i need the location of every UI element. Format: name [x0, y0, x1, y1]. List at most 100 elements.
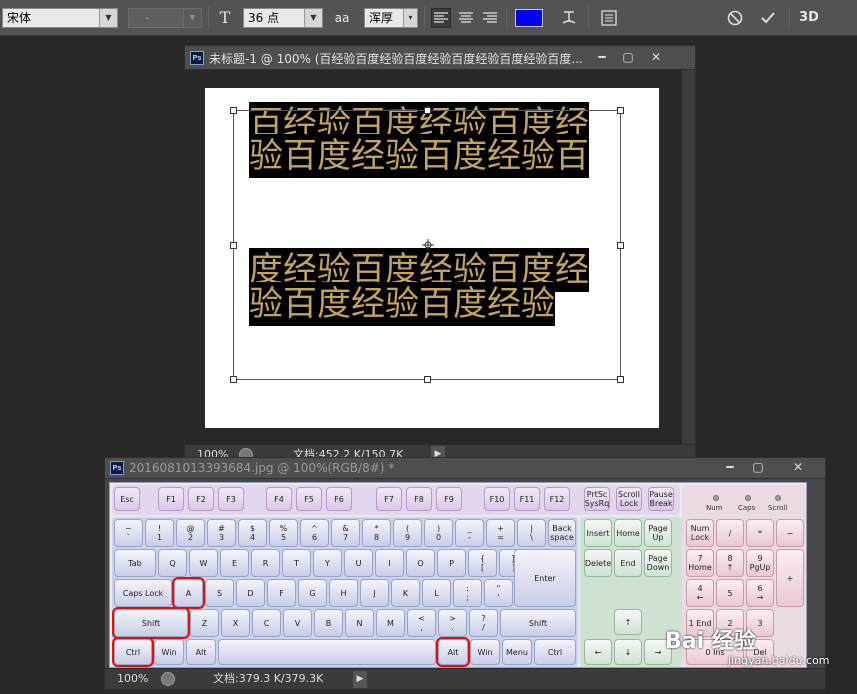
text-color-swatch[interactable]	[515, 9, 543, 27]
align-left-icon	[434, 12, 448, 23]
keyboard-key: :;	[453, 579, 482, 607]
keyboard-key: 7 Home	[686, 549, 714, 577]
align-left-button[interactable]	[431, 8, 451, 28]
vertical-scrollbar[interactable]	[681, 70, 695, 444]
font-style-select[interactable]: - ▼	[128, 8, 202, 28]
keyboard-key: W	[189, 549, 218, 577]
indicator-label: Num	[706, 504, 723, 512]
font-size-value: 36 点	[248, 11, 280, 25]
transform-handle[interactable]	[617, 242, 624, 249]
zoom-icon[interactable]	[161, 672, 175, 686]
keyboard-key: X	[221, 609, 250, 637]
character-panel-button[interactable]	[598, 8, 620, 28]
keyboard-key: " '	[484, 579, 513, 607]
keyboard-key: Menu	[502, 639, 532, 665]
chevron-down-icon: ▼	[99, 9, 117, 27]
keyboard-key: Alt	[436, 637, 470, 667]
keyboard-key: ↓	[614, 639, 642, 665]
window-titlebar[interactable]: Ps 未标题-1 @ 100% (百经验百度经验百度经验百度经验百度经验百度..…	[185, 46, 695, 70]
document-canvas[interactable]: 百经验百度经验百度经 验百度经验百度经验百 度经验百度经验百度经 验百度经验百度…	[205, 88, 659, 428]
minimize-button[interactable]: ━	[719, 459, 741, 475]
minimize-button[interactable]: ━	[591, 49, 613, 65]
transform-handle[interactable]	[230, 242, 237, 249]
keyboard-key: F10	[484, 487, 510, 511]
watermark-url: jingyan.baidu.com	[728, 654, 830, 667]
keyboard-key: * 8	[362, 519, 391, 547]
watermark-brand: Bai 经验	[665, 629, 756, 654]
keyboard-key: *	[746, 519, 774, 547]
anti-alias-select[interactable]: 浑厚 ▾	[364, 8, 418, 28]
transform-handle[interactable]	[230, 376, 237, 383]
status-menu-arrow[interactable]: ▶	[353, 671, 367, 688]
indicator-led	[713, 495, 719, 501]
keyboard-key: End	[614, 549, 642, 577]
keyboard-key: 8 ↑	[716, 549, 744, 577]
transform-handle[interactable]	[230, 107, 237, 114]
keyboard-key: A	[172, 577, 205, 609]
keyboard-key: F7	[376, 487, 402, 511]
keyboard-key: Alt	[186, 639, 216, 665]
keyboard-key: F12	[544, 487, 570, 511]
keyboard-key: Win	[470, 639, 500, 665]
zoom-level[interactable]: 100%	[117, 669, 148, 688]
document-title: 未标题-1 @ 100% (百经验百度经验百度经验百度经验百度经验百度...	[209, 52, 583, 66]
transform-handle[interactable]	[617, 107, 624, 114]
transform-handle[interactable]	[424, 107, 431, 114]
indicator-label: Caps	[738, 504, 756, 512]
keyboard-key: Q	[158, 549, 187, 577]
warp-text-button[interactable]	[558, 8, 580, 28]
close-button[interactable]: ✕	[645, 49, 667, 65]
3d-button[interactable]: 3D	[797, 8, 821, 28]
keyboard-key: Caps Lock	[114, 579, 172, 607]
transform-handle[interactable]	[424, 376, 431, 383]
divider	[789, 6, 790, 30]
keyboard-key: ~ `	[114, 519, 143, 547]
maximize-button[interactable]: ▢	[747, 459, 769, 475]
commit-button[interactable]	[757, 8, 779, 28]
keyboard-key: H	[329, 579, 358, 607]
canvas-area[interactable]: 百经验百度经验百度经 验百度经验百度经验百 度经验百度经验百度经 验百度经验百度…	[185, 70, 681, 444]
keyboard-key: Page Down	[644, 549, 672, 577]
keyboard-key: | \	[517, 519, 546, 547]
keyboard-key: 9 PgUp	[746, 549, 774, 577]
document-window: Ps 未标题-1 @ 100% (百经验百度经验百度经验百度经验百度经验百度..…	[184, 45, 696, 465]
font-size-select[interactable]: 36 点 ▼	[243, 8, 323, 28]
keyboard-key: +	[776, 549, 804, 607]
keyboard-key: Delete	[584, 549, 612, 577]
keyboard-key: J	[360, 579, 389, 607]
keyboard-key: 5	[716, 579, 744, 607]
keyboard-key: ↑	[614, 609, 642, 635]
keyboard-key: 6 →	[746, 579, 774, 607]
align-right-button[interactable]	[480, 8, 500, 28]
keyboard-key: Home	[614, 519, 642, 547]
keyboard-key: Tab	[114, 549, 156, 577]
keyboard-key: Shift	[112, 607, 190, 639]
keyboard-key: F2	[188, 487, 214, 511]
indicator-led	[745, 495, 751, 501]
chevron-down-icon: ▼	[183, 9, 201, 27]
align-center-button[interactable]	[456, 8, 476, 28]
maximize-button[interactable]: ▢	[617, 49, 639, 65]
keyboard-key: F8	[406, 487, 432, 511]
keyboard-key: Win	[154, 639, 184, 665]
keyboard-key: /	[716, 519, 744, 547]
keyboard-key: P	[437, 549, 466, 577]
keyboard-key: Num Lock	[686, 519, 714, 547]
keyboard-key: Y	[313, 549, 342, 577]
font-style-value: -	[145, 11, 150, 25]
cancel-button[interactable]	[724, 8, 746, 28]
options-bar: 宋体 ▼ - ▼ T 36 点 ▼ aa 浑厚 ▾ 3D	[0, 0, 857, 36]
keyboard-key: Shift	[500, 609, 576, 637]
cancel-icon	[727, 10, 743, 26]
font-family-select[interactable]: 宋体 ▼	[2, 8, 118, 28]
keyboard-key: R	[251, 549, 280, 577]
transform-handle[interactable]	[617, 376, 624, 383]
keyboard-key: ) 0	[424, 519, 453, 547]
window-titlebar[interactable]: Ps 2016081013393684.jpg @ 100%(RGB/8#) *…	[105, 458, 825, 479]
keyboard-key: I	[375, 549, 404, 577]
chevron-down-icon: ▾	[403, 9, 417, 27]
font-size-icon: T	[219, 8, 231, 27]
close-button[interactable]: ✕	[787, 459, 809, 475]
divider	[424, 6, 425, 30]
reference-point-icon[interactable]	[422, 239, 434, 251]
